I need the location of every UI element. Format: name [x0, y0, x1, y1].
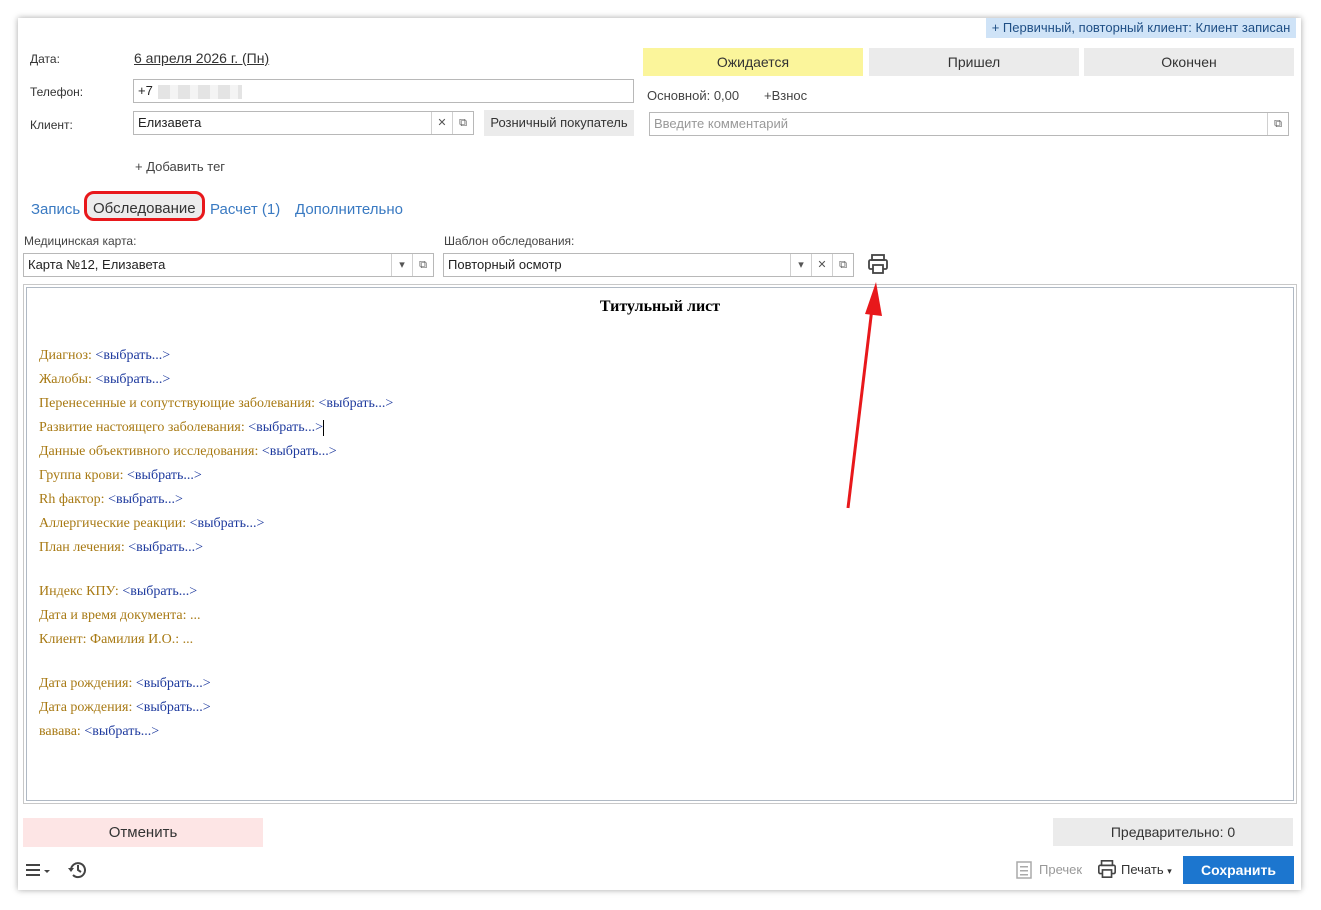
annotation-arrow — [846, 282, 882, 509]
